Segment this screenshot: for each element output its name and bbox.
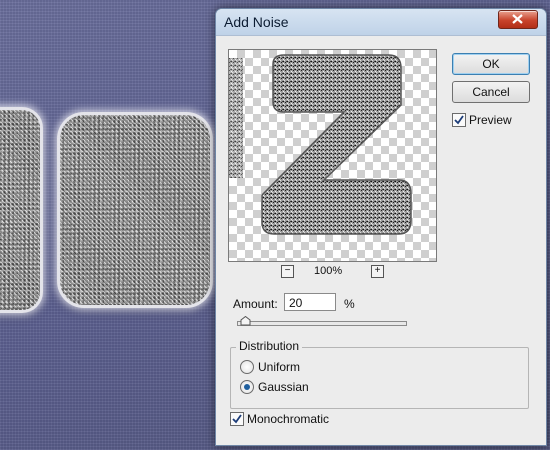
furry-letter-left: [0, 110, 40, 310]
preview-letter-z: [229, 54, 412, 235]
radio-uniform-label: Uniform: [258, 360, 301, 374]
zoom-out-icon[interactable]: −: [281, 265, 294, 278]
add-noise-dialog: Add Noise − 100% + OK Cancel Preview Amo…: [215, 8, 547, 446]
close-button[interactable]: [498, 10, 538, 29]
radio-uniform[interactable]: [240, 360, 254, 374]
amount-unit: %: [344, 297, 355, 311]
monochromatic-checkbox[interactable]: [230, 412, 244, 426]
checkmark-icon: [454, 115, 464, 125]
close-icon: [512, 14, 523, 24]
distribution-group: [230, 347, 529, 409]
zoom-in-icon[interactable]: +: [371, 265, 384, 278]
distribution-title: Distribution: [236, 339, 303, 353]
cancel-button[interactable]: Cancel: [452, 81, 530, 103]
zoom-level: 100%: [314, 265, 343, 277]
preview-label: Preview: [469, 113, 512, 127]
amount-input[interactable]: 20: [284, 293, 336, 311]
dialog-title: Add Noise: [224, 14, 289, 30]
monochromatic-label: Monochromatic: [247, 412, 330, 426]
checkmark-icon: [232, 414, 242, 424]
amount-slider-track[interactable]: [237, 321, 407, 326]
preview-checkbox[interactable]: [452, 113, 466, 127]
amount-label: Amount:: [233, 297, 278, 311]
preview-area[interactable]: [228, 49, 437, 262]
zoom-controls: − 100% +: [281, 265, 384, 279]
title-bar: Add Noise: [216, 9, 546, 36]
radio-gaussian[interactable]: [240, 380, 254, 394]
amount-slider-thumb[interactable]: [240, 316, 251, 326]
ok-button[interactable]: OK: [452, 53, 530, 75]
furry-letter-u: [60, 115, 210, 305]
radio-gaussian-label: Gaussian: [258, 380, 309, 394]
